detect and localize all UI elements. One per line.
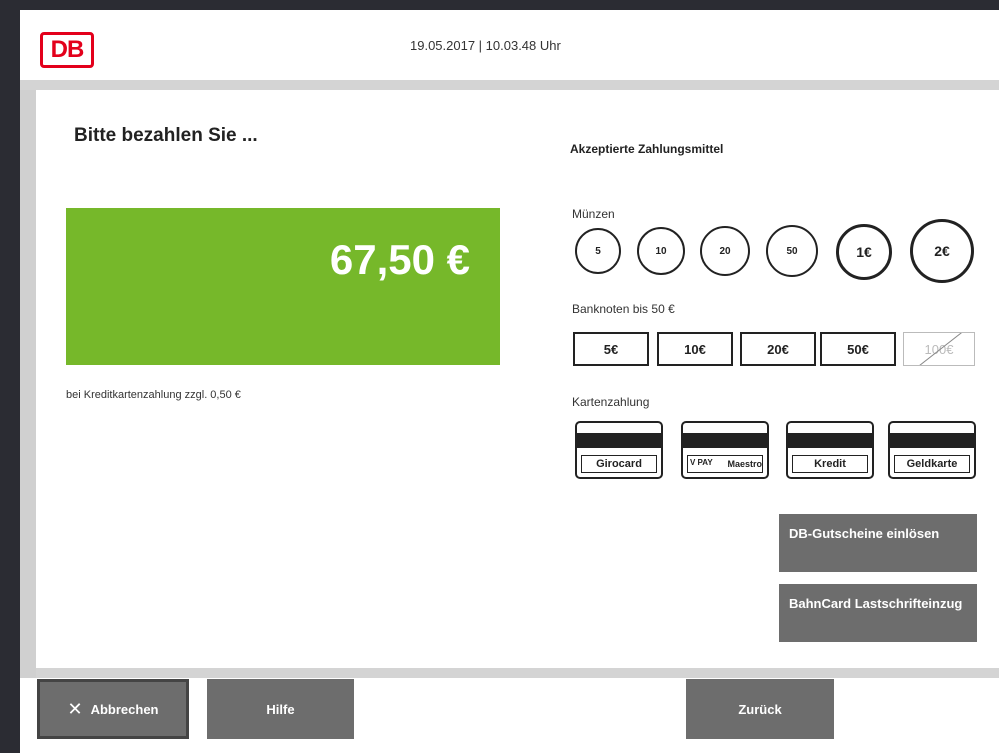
magnetic-stripe [890, 433, 974, 448]
card-label-geldkarte: Geldkarte [894, 455, 970, 473]
magnetic-stripe [683, 433, 767, 448]
card-payment-label: Kartenzahlung [572, 395, 650, 409]
help-button[interactable]: Hilfe [207, 679, 354, 739]
banknote-50: 50€ [820, 332, 896, 366]
coin-10-cent: 10 [637, 227, 685, 275]
card-label-maestro: V PAY Maestro [687, 455, 763, 473]
card-vpay-maestro: V PAY Maestro [681, 421, 769, 479]
coin-1-euro: 1€ [836, 224, 892, 280]
banknotes-label: Banknoten bis 50 € [572, 302, 675, 316]
strikethrough-icon [916, 333, 964, 365]
bahncard-direct-debit-button[interactable]: BahnCard Lastschrifteinzug [779, 584, 977, 642]
coin-50-cent: 50 [766, 225, 818, 277]
vpay-logo: V PAY [690, 458, 713, 467]
left-divider [20, 90, 36, 678]
redeem-voucher-button[interactable]: DB-Gutscheine einlösen [779, 514, 977, 572]
card-geldkarte: Geldkarte [888, 421, 976, 479]
card-credit: Kredit [786, 421, 874, 479]
header-divider [20, 80, 999, 90]
banknote-20: 20€ [740, 332, 816, 366]
back-button[interactable]: Zurück [686, 679, 834, 739]
amount-box: 67,50 € [66, 208, 500, 365]
banknote-10: 10€ [657, 332, 733, 366]
card-girocard: Girocard [575, 421, 663, 479]
amount-due: 67,50 € [329, 236, 470, 283]
header: DB 19.05.2017 | 10.03.48 Uhr [20, 10, 999, 90]
credit-card-fee-note: bei Kreditkartenzahlung zzgl. 0,50 € [66, 389, 241, 401]
cancel-label: Abbrechen [90, 701, 159, 717]
db-logo: DB [40, 32, 94, 68]
accepted-payments-title: Akzeptierte Zahlungsmittel [570, 142, 724, 156]
card-label-girocard: Girocard [581, 455, 657, 473]
banknote-100-not-accepted: 100€ [903, 332, 975, 366]
datetime: 19.05.2017 | 10.03.48 Uhr [410, 38, 561, 53]
card-label-credit: Kredit [792, 455, 868, 473]
maestro-label: Maestro [727, 459, 762, 469]
close-icon: ✕ [67, 698, 83, 719]
banknote-5: 5€ [573, 332, 649, 366]
cancel-button[interactable]: ✕ Abbrechen [37, 679, 189, 739]
coin-2-euro: 2€ [910, 219, 974, 283]
magnetic-stripe [577, 433, 661, 448]
help-label: Hilfe [266, 701, 295, 717]
coin-20-cent: 20 [700, 226, 750, 276]
footer-divider [36, 668, 999, 678]
payment-title: Bitte bezahlen Sie ... [74, 125, 258, 146]
coin-5-cent: 5 [575, 228, 621, 274]
magnetic-stripe [788, 433, 872, 448]
back-label: Zurück [738, 701, 782, 717]
coins-label: Münzen [572, 207, 615, 221]
